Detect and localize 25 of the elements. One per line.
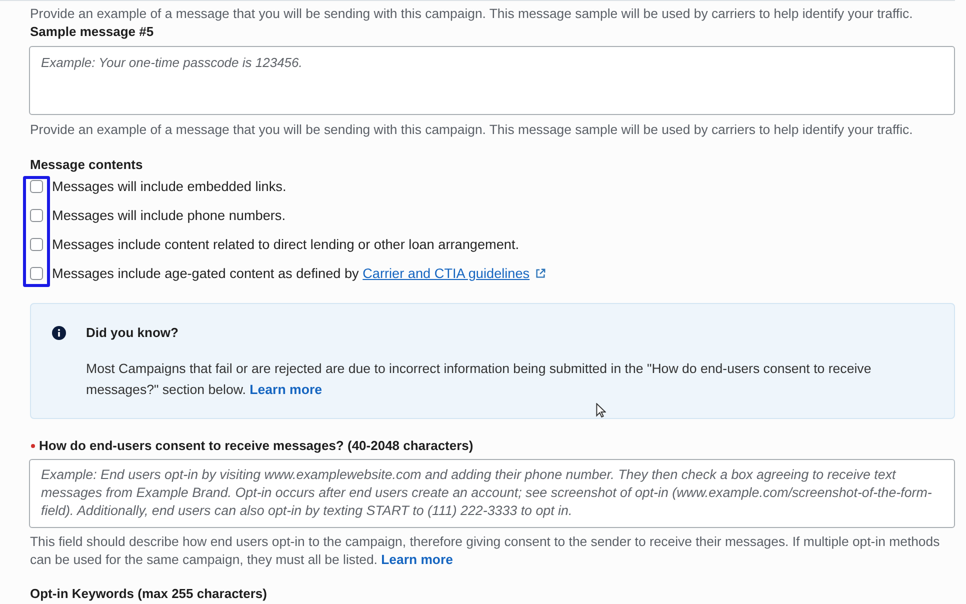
field-label: Sample message #5 <box>30 23 155 41</box>
checkbox-label: Messages include content related to direct lending or other loan arrangement. <box>52 236 519 254</box>
help-text: Provide an example of a message that you will be sending with this campaign. This message sample will be used by carriers to help identify your traffic. <box>30 5 914 23</box>
field-label: How do end-users consent to receive messages? (40-2048 characters) <box>39 437 474 455</box>
checkbox[interactable] <box>30 267 43 280</box>
checkbox[interactable] <box>30 238 43 251</box>
help-text: Provide an example of a message that you will be sending with this campaign. This message sample will be used by carriers to help identify your traffic. <box>30 121 914 139</box>
checkbox[interactable] <box>30 180 43 193</box>
external-link-icon <box>534 268 546 278</box>
pointer-cursor-icon <box>596 403 606 418</box>
consent-field[interactable]: Example: End users opt-in by visiting www.examplewebsite.com and adding their phone number. They then check a box agreeing to receive text messages from Example Brand. Opt-in occurs after end users create an account; see screenshot of opt-in (www.example.com/screenshot-of-the-form-field). Additionally, end users can also opt-in by texting START to (111) 222-3333 to opt in. <box>29 459 955 528</box>
checkbox-label: Messages will include embedded links. <box>52 178 286 196</box>
learn-more-link[interactable]: Learn more <box>250 382 322 397</box>
info-title: Did you know? <box>86 324 180 342</box>
checkbox[interactable] <box>30 209 43 222</box>
field-label: Opt-in Keywords (max 255 characters) <box>30 586 268 602</box>
sample-message-field[interactable]: Example: Your one-time passcode is 123456. <box>29 46 955 115</box>
learn-more-link[interactable]: Learn more <box>381 552 453 567</box>
checkbox-label: Messages will include phone numbers. <box>52 206 286 224</box>
checkbox-label: Messages include age-gated content as defined by Carrier and CTIA guidelines <box>52 264 546 282</box>
help-text: This field should describe how end users opt-in to the campaign, therefore giving consent to the sender to receive their messages. If multiple opt-in methods can be used for the same campaign, they must all be listed. Learn more <box>30 533 941 569</box>
info-icon <box>52 326 66 340</box>
info-text: Most Campaigns that fail or are rejected are due to incorrect information being submitted in the "How do end-users consent to receive messages?" section below. Learn more <box>86 360 872 399</box>
guidelines-link[interactable]: Carrier and CTIA guidelines <box>362 266 546 280</box>
section-label: Message contents <box>30 156 144 174</box>
